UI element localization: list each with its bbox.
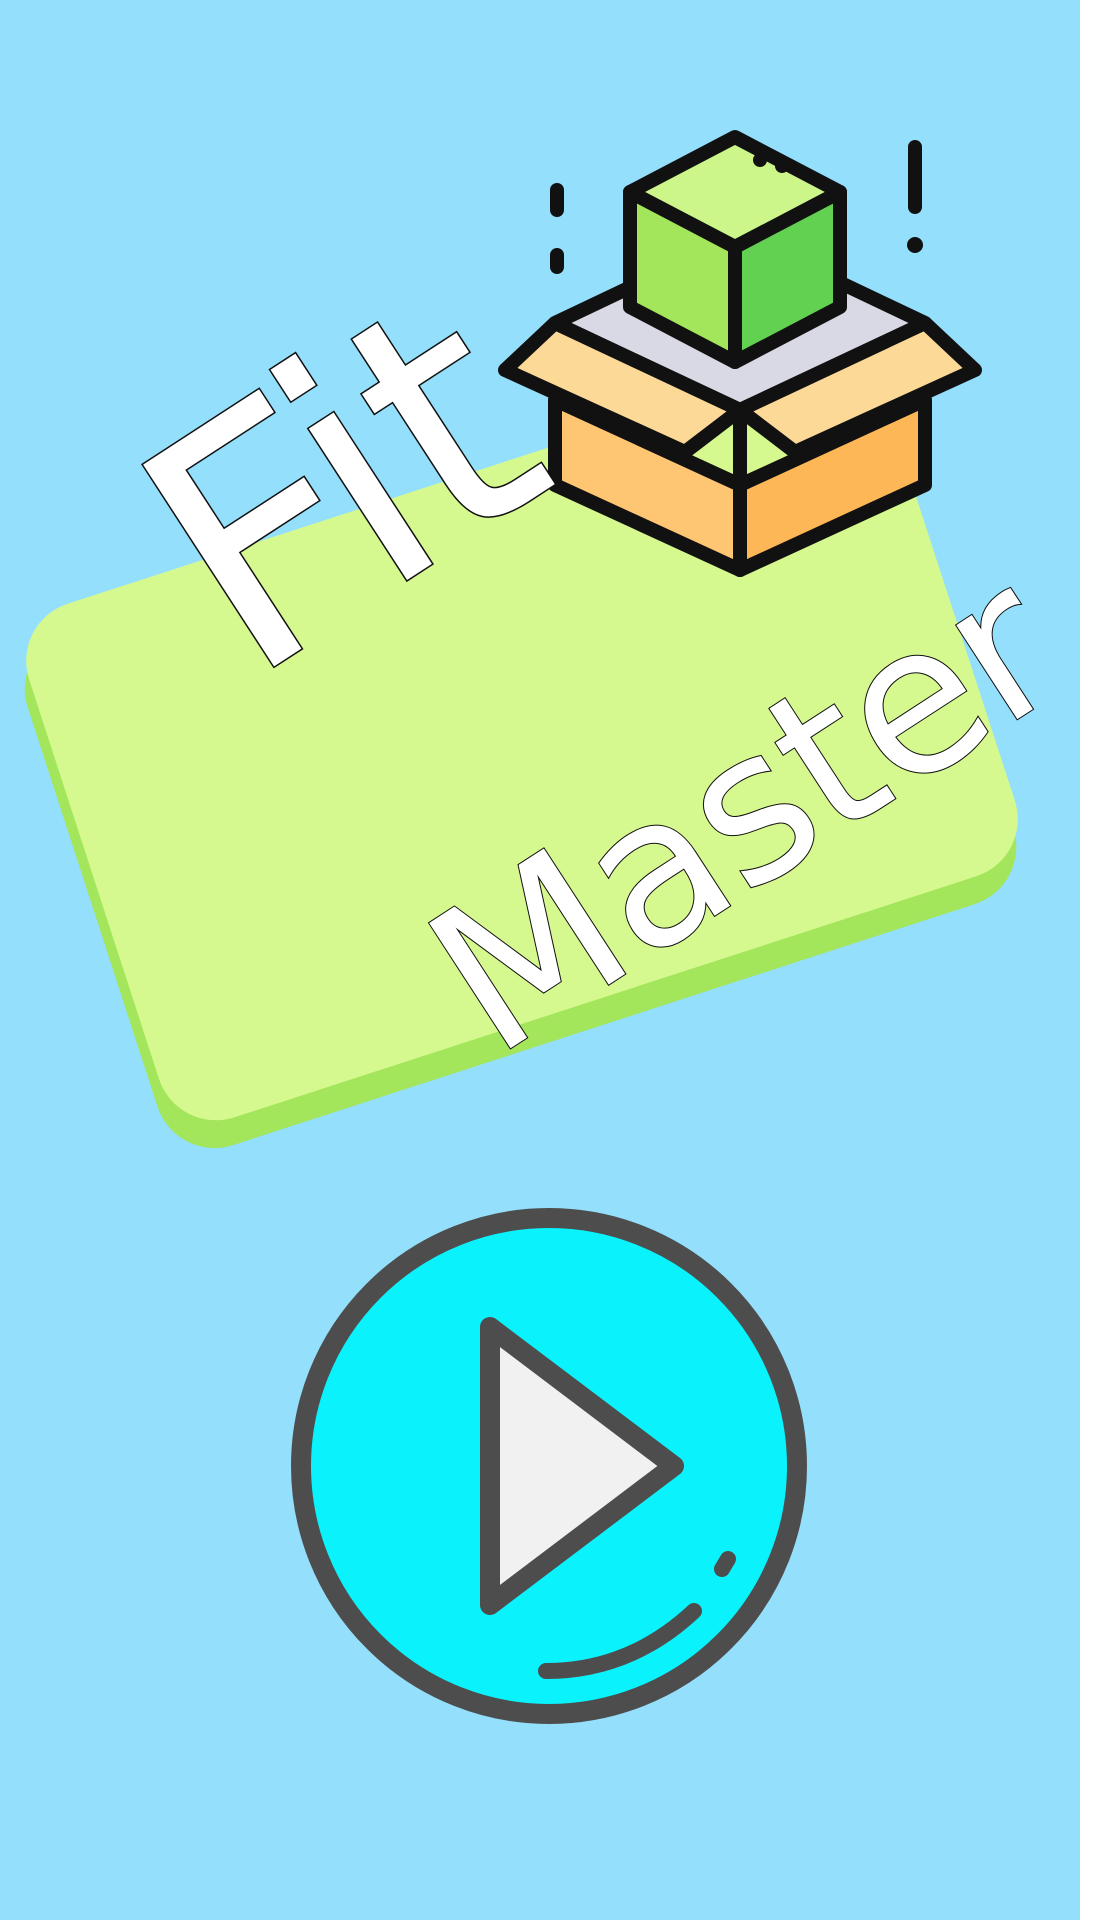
play-icon xyxy=(291,1208,807,1724)
right-gutter xyxy=(1080,0,1099,1920)
start-screen: Fit Master xyxy=(0,0,1080,1920)
play-button[interactable] xyxy=(290,1207,808,1725)
